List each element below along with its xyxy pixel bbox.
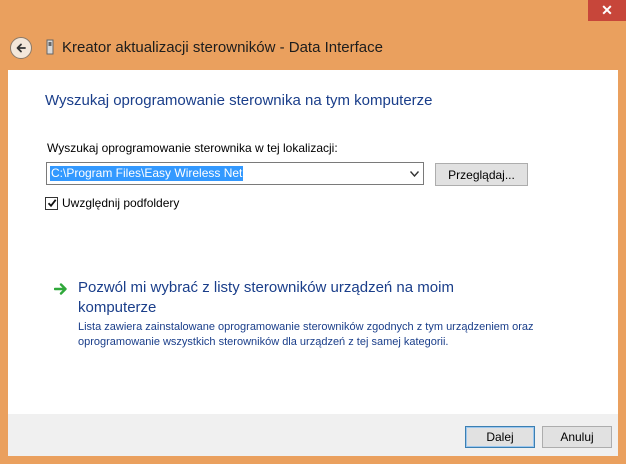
browse-button[interactable]: Przeglądaj...: [435, 163, 528, 186]
green-arrow-icon: [54, 283, 67, 295]
title-bar: Kreator aktualizacji sterowników - Data …: [0, 30, 626, 70]
close-button[interactable]: ✕: [588, 0, 626, 21]
wizard-content: Wyszukaj oprogramowanie sterownika na ty…: [8, 70, 618, 414]
chevron-down-icon[interactable]: [407, 166, 421, 181]
search-location-label: Wyszukaj oprogramowanie sterownika w tej…: [47, 141, 338, 155]
include-subfolders-label: Uwzględnij podfoldery: [62, 196, 180, 210]
back-arrow-icon: [16, 43, 26, 53]
wizard-footer: Dalej Anuluj: [8, 414, 618, 456]
path-value[interactable]: C:\Program Files\Easy Wireless Net: [50, 166, 244, 181]
include-subfolders-checkbox[interactable]: [45, 196, 58, 210]
page-heading: Wyszukaj oprogramowanie sterownika na ty…: [45, 92, 433, 109]
path-combobox[interactable]: C:\Program Files\Easy Wireless Net: [46, 162, 424, 185]
pick-driver-list-description: Lista zawiera zainstalowane oprogramowan…: [78, 321, 534, 348]
next-button[interactable]: Dalej: [465, 426, 535, 448]
cancel-button[interactable]: Anuluj: [542, 426, 612, 448]
driver-icon: [46, 39, 54, 55]
include-subfolders-option[interactable]: Uwzględnij podfoldery: [45, 195, 179, 211]
window-title: Kreator aktualizacji sterowników - Data …: [62, 39, 383, 56]
checkmark-icon: [47, 199, 56, 208]
back-button[interactable]: [10, 37, 32, 59]
pick-driver-list-title[interactable]: Pozwól mi wybrać z listy sterowników urz…: [78, 278, 518, 318]
